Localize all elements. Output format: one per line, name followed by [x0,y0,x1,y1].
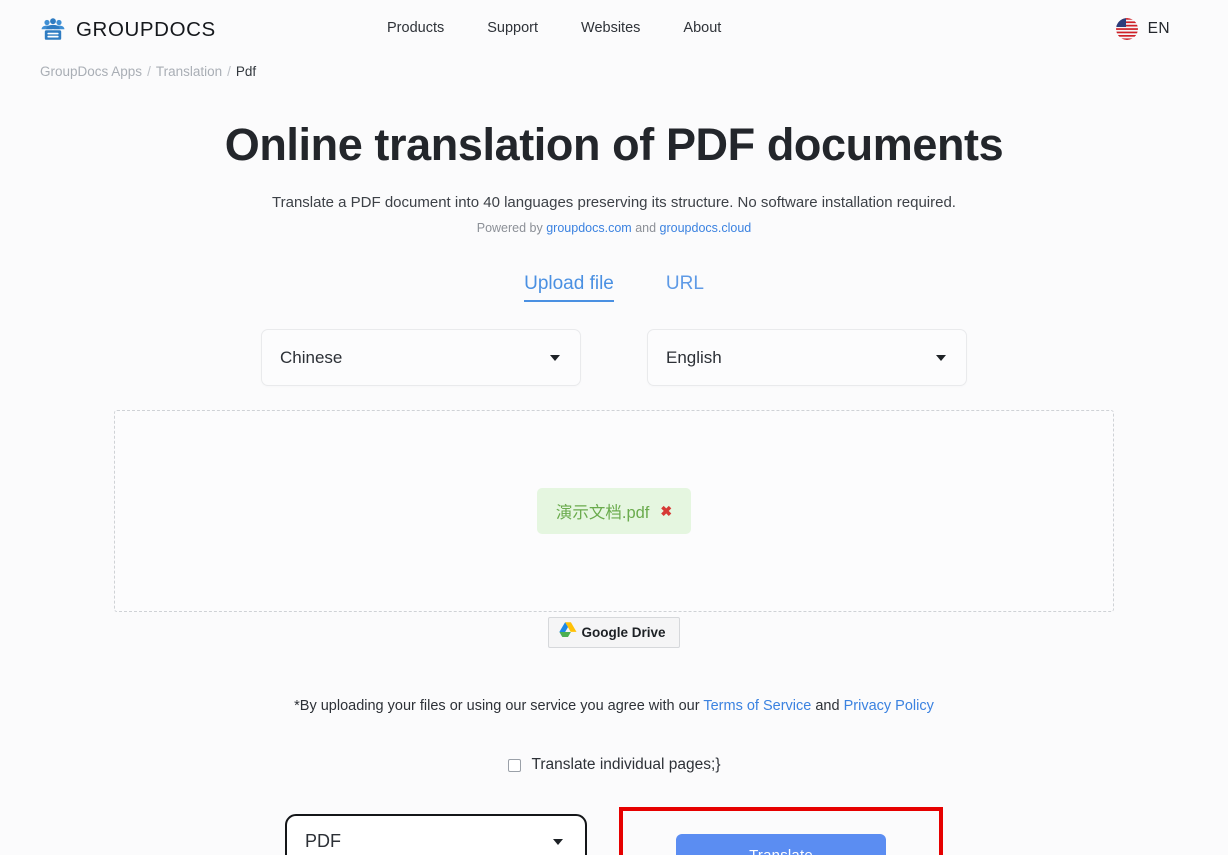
link-privacy-policy[interactable]: Privacy Policy [844,698,934,714]
source-language-value: Chinese [280,347,343,367]
breadcrumb-item-apps[interactable]: GroupDocs Apps [40,64,142,79]
google-drive-icon [558,621,578,644]
chevron-down-icon [553,838,563,845]
individual-pages-option: Translate individual pages;} [0,756,1228,774]
target-language-select[interactable]: English [647,329,967,387]
source-language-select[interactable]: Chinese [261,329,581,387]
nav-item-support[interactable]: Support [487,20,538,36]
breadcrumb: GroupDocs Apps / Translation / Pdf [0,64,1228,79]
page-title: Online translation of PDF documents [224,119,1004,170]
powered-by-prefix: Powered by [476,221,543,236]
tab-url[interactable]: URL [666,273,704,302]
file-dropzone[interactable]: 演示文档.pdf ✖ [114,410,1114,613]
page-subtitle: Translate a PDF document into 40 languag… [272,194,956,212]
translate-individual-pages-label[interactable]: Translate individual pages;} [532,756,721,774]
breadcrumb-item-translation[interactable]: Translation [156,64,222,79]
language-label: EN [1147,20,1170,37]
uploaded-file-name: 演示文档.pdf [555,504,650,523]
chevron-down-icon [550,354,560,361]
translate-individual-pages-checkbox[interactable] [507,758,521,772]
breadcrumb-separator: / [227,64,231,79]
main-nav: Products Support Websites About [387,20,721,36]
output-format-select[interactable]: PDF [285,814,587,855]
hero-section: Online translation of PDF documents Tran… [0,119,1228,236]
chevron-down-icon [936,354,946,361]
terms-conjunction: and [815,698,840,715]
google-drive-button[interactable]: Google Drive [548,617,680,649]
link-groupdocs-com[interactable]: groupdocs.com [546,221,631,235]
brand-name: GROUPDOCS [76,18,216,41]
group-people-icon [40,17,66,43]
source-tabs: Upload file URL [0,273,1228,303]
action-bar: PDF Translate [0,807,1228,855]
language-select-row: Chinese English [0,329,1228,387]
translate-button[interactable]: Translate [676,834,886,855]
breadcrumb-separator: / [147,64,151,79]
uploaded-file-chip: 演示文档.pdf ✖ [536,488,692,535]
nav-item-websites[interactable]: Websites [581,20,640,36]
brand-logo[interactable]: GROUPDOCS [40,17,216,43]
breadcrumb-item-pdf: Pdf [235,64,257,79]
translate-button-highlight: Translate [619,807,943,855]
powered-by-line: Powered by groupdocs.com and groupdocs.c… [0,221,1228,235]
language-switcher[interactable]: EN [1115,18,1170,40]
nav-item-products[interactable]: Products [387,20,444,36]
google-drive-row: Google Drive [0,617,1228,649]
site-header: GROUPDOCS Products Support Websites Abou… [0,0,1228,60]
google-drive-label: Google Drive [581,625,666,641]
terms-notice: *By uploading your files or using our se… [0,698,1228,714]
us-flag-icon [1115,18,1138,40]
remove-file-icon[interactable]: ✖ [660,504,672,518]
link-terms-of-service[interactable]: Terms of Service [703,698,811,714]
powered-by-conjunction: and [635,221,657,236]
nav-item-about[interactable]: About [683,20,721,36]
output-format-value: PDF [305,831,341,852]
target-language-value: English [666,347,722,367]
tab-upload-file[interactable]: Upload file [524,273,614,303]
terms-text: *By uploading your files or using our se… [294,698,700,715]
link-groupdocs-cloud[interactable]: groupdocs.cloud [660,221,752,235]
